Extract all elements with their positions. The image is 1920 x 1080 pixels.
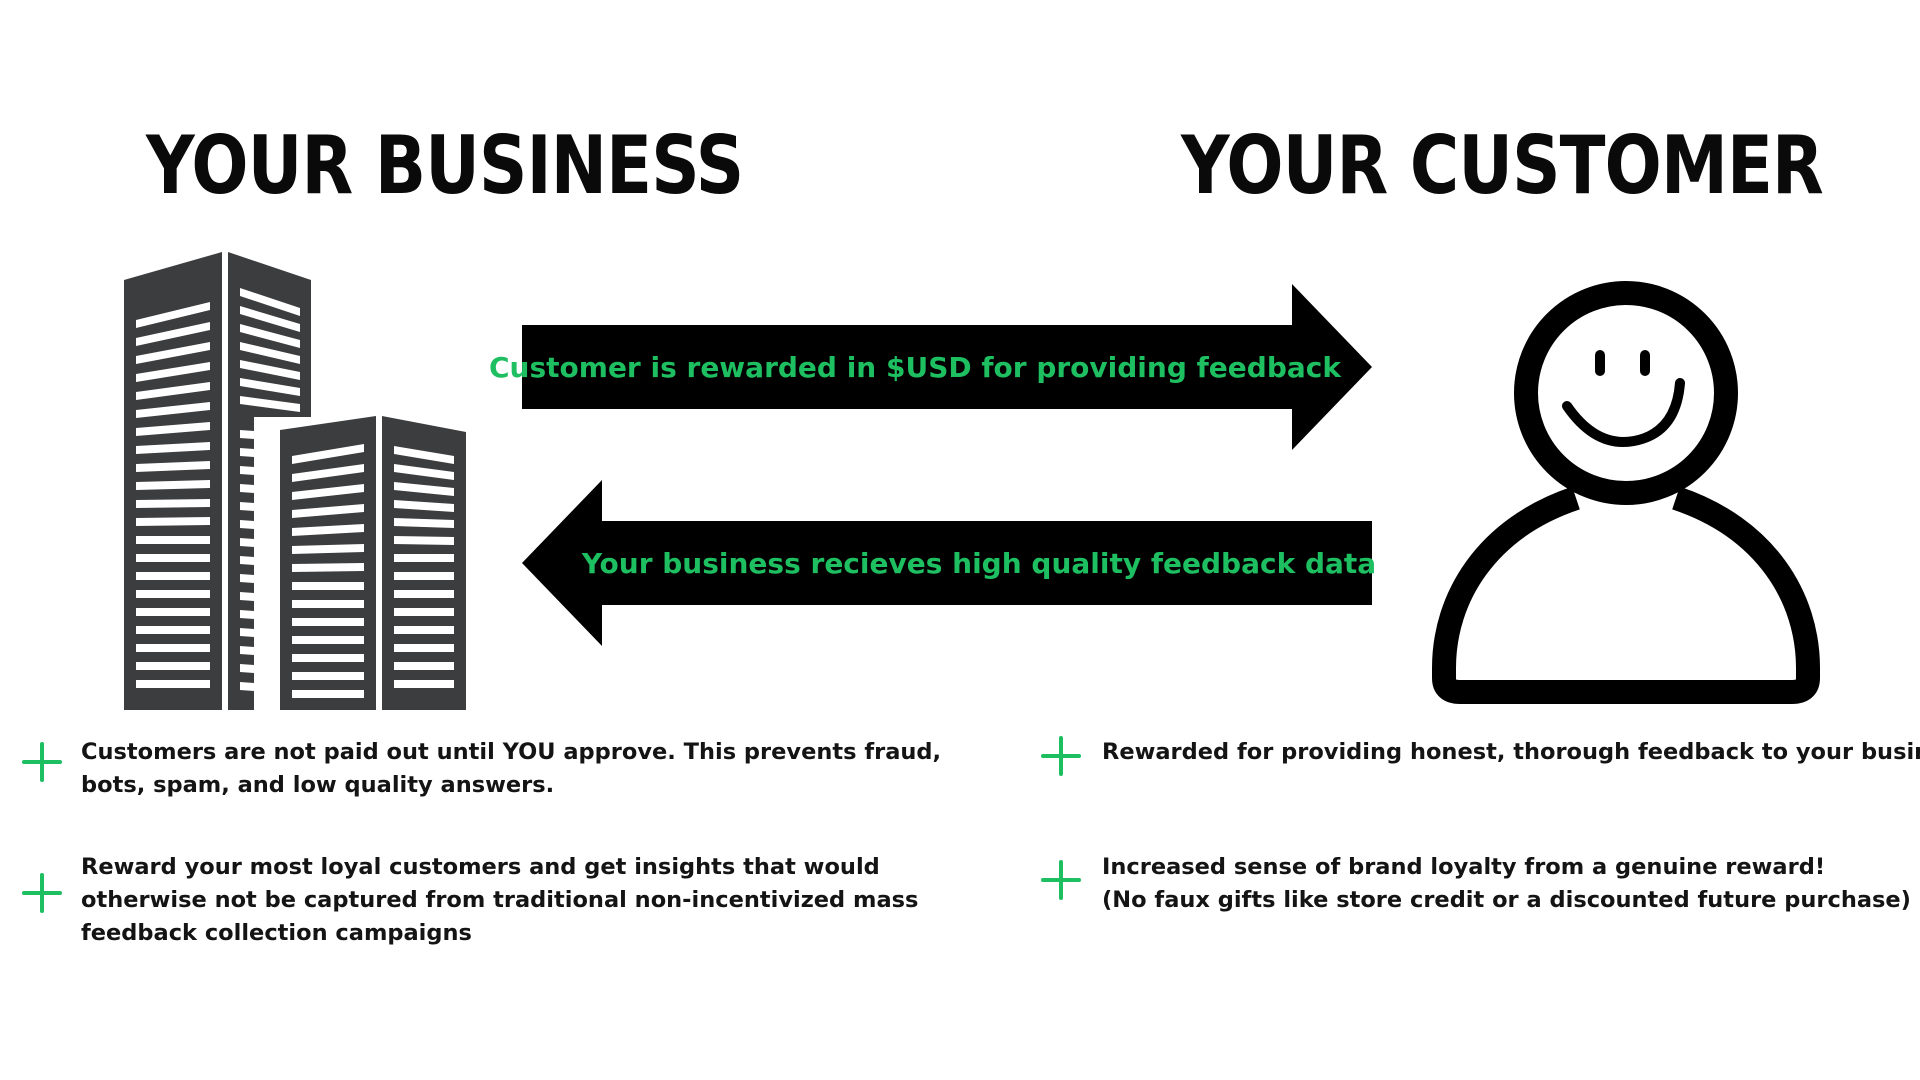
- customer-point-1: Rewarded for providing honest, thorough …: [1041, 736, 1920, 776]
- business-point-1: Customers are not paid out until YOU app…: [22, 736, 982, 802]
- diagram-canvas: YOUR BUSINESS YOUR CUSTOMER Customer is …: [0, 0, 1920, 1080]
- plus-icon: [22, 742, 62, 782]
- business-heading: YOUR BUSINESS: [146, 119, 744, 212]
- plus-icon: [1041, 736, 1081, 776]
- arrow-to-customer-label: Customer is rewarded in $USD for providi…: [489, 350, 1341, 384]
- arrow-to-business: Your business recieves high quality feed…: [522, 480, 1377, 646]
- customer-point-2-text: Increased sense of brand loyalty from a …: [1102, 854, 1911, 913]
- smiling-person-icon: [1426, 278, 1826, 708]
- plus-icon: [22, 873, 62, 913]
- customer-heading: YOUR CUSTOMER: [1181, 119, 1824, 212]
- arrow-to-business-label: Your business recieves high quality feed…: [581, 546, 1377, 580]
- office-buildings-icon: [124, 250, 470, 710]
- business-point-2: Reward your most loyal customers and get…: [22, 851, 982, 950]
- plus-icon: [1041, 860, 1081, 900]
- arrow-to-customer: Customer is rewarded in $USD for providi…: [489, 284, 1372, 450]
- customer-point-2: Increased sense of brand loyalty from a …: [1041, 851, 1911, 917]
